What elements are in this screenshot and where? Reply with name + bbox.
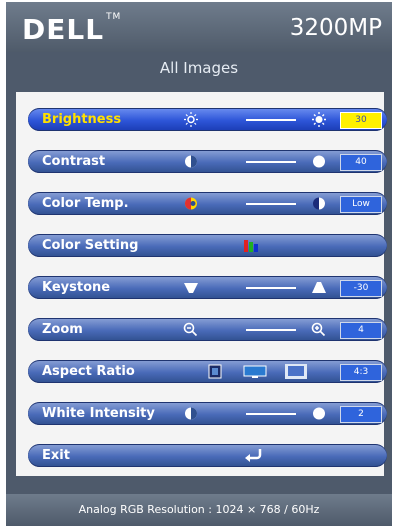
contrast-value: 40 [340,154,382,171]
brightness-slider[interactable] [246,119,296,121]
menu-item-label: Exit [42,448,70,463]
aspect-original-icon[interactable] [206,363,224,380]
header-bar: DELL TM 3200MP [6,2,392,52]
menu-item-label: Contrast [42,154,106,169]
contrast-slider[interactable] [246,161,296,163]
menu-title: All Images [159,59,239,77]
menu-item-keystone[interactable]: Keystone -30 [28,276,387,299]
zoom-value: 4 [340,322,382,339]
zoom-in-icon [311,322,326,337]
zoom-out-icon [183,322,198,337]
sun-high-icon [312,112,326,127]
osd-window: DELL TM 3200MP All Images Brightness 30 C… [6,2,392,526]
color-temp-value: Low [340,196,382,213]
contrast-high-icon [313,155,325,168]
white-low-icon [185,407,197,420]
rgb-bars-icon [244,240,258,252]
menu-item-color-temp[interactable]: Color Temp. Low [28,192,387,215]
menu-item-label: Color Temp. [42,196,129,211]
menu-item-contrast[interactable]: Contrast 40 [28,150,387,173]
keystone-slider[interactable] [246,287,296,289]
white-intensity-value: 2 [340,406,382,423]
warm-color-icon [185,197,197,210]
menu-item-color-setting[interactable]: Color Setting [28,234,387,257]
contrast-low-icon [185,155,197,168]
menu-item-label: Color Setting [42,238,139,253]
keystone-down-icon [184,283,198,293]
menu-item-label: Brightness [42,112,122,127]
dell-logo: DELL TM [22,12,122,46]
model-label: 3200MP [289,15,382,41]
menu-item-exit[interactable]: Exit [28,444,387,467]
menu-item-label: Keystone [42,280,111,295]
color-temp-slider[interactable] [246,203,296,205]
aspect-wide-icon[interactable] [242,363,268,380]
white-high-icon [313,407,325,420]
status-bar: Analog RGB Resolution : 1024 × 768 / 60H… [6,494,392,526]
menu-item-label: Aspect Ratio [42,364,135,379]
menu-item-brightness[interactable]: Brightness 30 [28,108,387,131]
keystone-up-icon [312,282,326,293]
menu-item-label: White Intensity [42,406,155,421]
return-arrow-icon [245,449,262,462]
menu-item-aspect-ratio[interactable]: Aspect Ratio 4:3 [28,360,387,383]
white-intensity-slider[interactable] [246,413,296,415]
menu-item-label: Zoom [42,322,83,337]
aspect-ratio-value: 4:3 [340,364,382,381]
aspect-4-3-icon[interactable] [284,363,308,380]
menu-item-white-intensity[interactable]: White Intensity 2 [28,402,387,425]
sun-low-icon [184,112,198,127]
brightness-value: 30 [340,112,382,129]
zoom-slider[interactable] [246,329,296,331]
cool-color-icon [313,197,325,210]
menu-item-zoom[interactable]: Zoom 4 [28,318,387,341]
keystone-value: -30 [340,280,382,297]
